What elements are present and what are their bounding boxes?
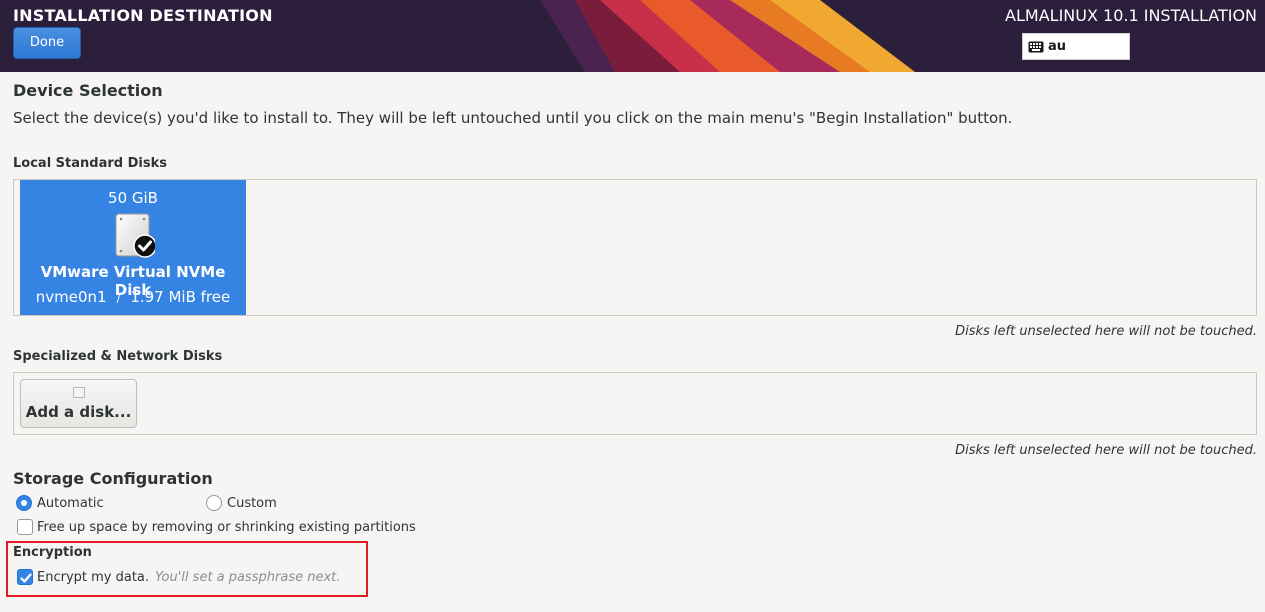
harddisk-checked-icon (115, 213, 155, 258)
add-disk-icon (73, 387, 85, 398)
keyboard-layout-indicator[interactable]: au (1022, 33, 1130, 60)
free-space-checkbox[interactable] (17, 519, 33, 535)
done-button[interactable]: Done (13, 27, 81, 59)
local-disks-note: Disks left unselected here will not be t… (955, 324, 1257, 339)
keyboard-icon (1028, 41, 1044, 52)
storage-config-title: Storage Configuration (13, 469, 213, 488)
spoke-title: INSTALLATION DESTINATION (13, 6, 273, 25)
custom-radio[interactable] (206, 495, 222, 511)
custom-label[interactable]: Custom (227, 496, 277, 511)
local-disks-title: Local Standard Disks (13, 156, 167, 171)
automatic-radio[interactable] (16, 495, 32, 511)
specialized-disks-panel (13, 372, 1257, 435)
disk-info-separator: / (116, 292, 121, 305)
automatic-label[interactable]: Automatic (37, 496, 104, 511)
specialized-disks-title: Specialized & Network Disks (13, 349, 223, 364)
free-space-label[interactable]: Free up space by removing or shrinking e… (37, 520, 416, 535)
keyboard-layout-label: au (1048, 39, 1067, 54)
disk-tile-nvme0n1[interactable]: 50 GiB VMware Virtual NVMe Disk nvme0n1/… (20, 180, 246, 315)
product-title: ALMALINUX 10.1 INSTALLATION (1005, 6, 1257, 25)
device-selection-description: Select the device(s) you'd like to insta… (13, 109, 1013, 127)
disk-size: 50 GiB (108, 189, 158, 207)
header-bar: INSTALLATION DESTINATION Done ALMALINUX … (0, 0, 1265, 72)
encryption-highlight-box (6, 541, 368, 597)
specialized-disks-note: Disks left unselected here will not be t… (955, 443, 1257, 458)
disk-info: nvme0n1 / 1.97 MiB free (20, 288, 246, 306)
add-disk-label: Add a disk... (25, 403, 132, 421)
disk-device: nvme0n1 (35, 288, 107, 306)
add-disk-button[interactable]: Add a disk... (20, 379, 137, 428)
disk-free-space: 1.97 MiB free (130, 288, 231, 306)
device-selection-title: Device Selection (13, 81, 163, 100)
